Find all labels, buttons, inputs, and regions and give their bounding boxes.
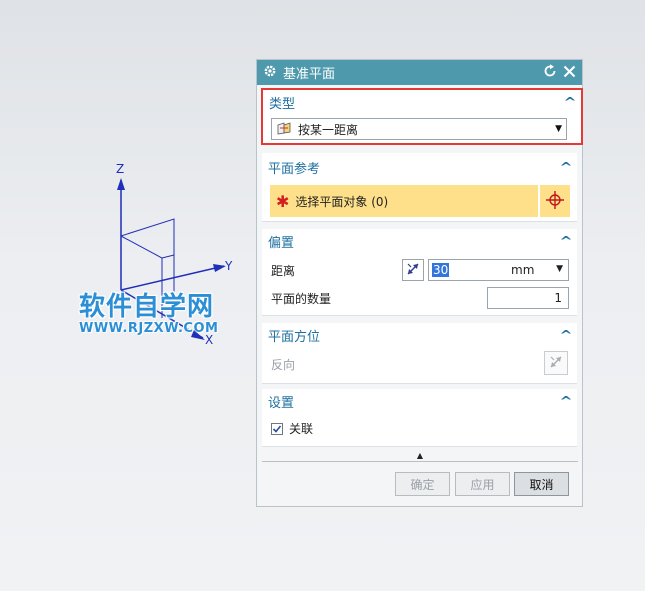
ok-button[interactable]: 确定 (395, 472, 450, 496)
z-axis-arrow (117, 178, 125, 190)
datum-plane-outline (120, 218, 175, 303)
section-plane-orientation: 平面方位 ^ (262, 323, 577, 384)
plane-count-label: 平面的数量 (271, 292, 332, 306)
section-settings-header[interactable]: 设置 ^ (262, 389, 577, 413)
dialog-titlebar[interactable]: 基准平面 (257, 60, 582, 85)
associative-label: 关联 (289, 422, 314, 436)
reverse-label: 反向 (271, 358, 296, 372)
associative-option[interactable]: 关联 (271, 420, 313, 437)
distance-label: 距离 (271, 264, 296, 278)
chevron-up-icon[interactable]: ^ (559, 394, 572, 408)
required-asterisk-icon: ✱ (276, 191, 290, 211)
dialog-title: 基准平面 (283, 67, 336, 82)
section-settings-title: 设置 (268, 395, 295, 411)
section-offset-header[interactable]: 偏置 ^ (262, 229, 577, 253)
section-plane-ref-title: 平面参考 (268, 161, 321, 177)
section-offset-title: 偏置 (268, 235, 295, 251)
dropdown-arrow-icon: ▼ (555, 124, 562, 134)
crosshair-icon (545, 190, 565, 213)
plane-distance-icon (276, 121, 292, 138)
select-plane-object[interactable]: ✱ 选择平面对象 (0) (270, 185, 538, 217)
reverse-direction-button[interactable] (402, 259, 424, 281)
section-orientation-header[interactable]: 平面方位 ^ (262, 323, 577, 347)
section-type-title: 类型 (269, 96, 296, 112)
reset-icon[interactable] (543, 64, 557, 81)
z-axis-label: Z (116, 162, 125, 176)
chevron-up-icon[interactable]: ^ (563, 95, 576, 109)
close-icon[interactable] (563, 65, 576, 81)
chevron-up-icon[interactable]: ^ (559, 160, 572, 174)
chevron-up-icon[interactable]: ^ (559, 328, 572, 342)
chevron-up-icon[interactable]: ^ (559, 234, 572, 248)
section-type: 类型 ^ 按某一距离 ▼ (261, 88, 583, 145)
dropdown-arrow-icon[interactable]: ▼ (556, 264, 563, 274)
type-dropdown[interactable]: 按某一距离 ▼ (271, 118, 567, 140)
cancel-button[interactable]: 取消 (514, 472, 569, 496)
select-plane-label: 选择平面对象 (0) (295, 194, 389, 209)
distance-input-group: 30 mm ▼ (428, 259, 569, 281)
flip-direction-icon (548, 354, 564, 373)
watermark: 软件自学网 WWW.RJZXW.COM (79, 293, 218, 336)
distance-unit[interactable]: mm (511, 263, 534, 277)
plane-count-input[interactable]: 1 (487, 287, 569, 309)
flip-direction-icon (405, 261, 421, 280)
distance-value-input[interactable]: 30 (432, 263, 450, 277)
point-selector-button[interactable] (540, 185, 570, 217)
section-type-header[interactable]: 类型 ^ (263, 90, 581, 114)
graphics-viewport[interactable]: Z Y X 软件自学网 WWW.RJZXW.COM (0, 0, 250, 591)
watermark-title: 软件自学网 (79, 292, 215, 322)
section-settings: 设置 ^ (262, 389, 577, 447)
gear-icon (263, 64, 277, 82)
datum-plane-outline-3 (161, 254, 175, 259)
section-plane-reference: 平面参考 ^ ✱ 选择平面对象 (0) (262, 153, 577, 222)
select-plane-row[interactable]: ✱ 选择平面对象 (0) (270, 185, 570, 217)
section-plane-ref-header[interactable]: 平面参考 ^ (262, 153, 577, 181)
apply-button[interactable]: 应用 (455, 472, 510, 496)
y-axis-label: Y (225, 259, 233, 273)
reverse-orientation-button[interactable] (544, 351, 568, 375)
triangle-up-icon: ▲ (416, 450, 424, 460)
type-selected-value: 按某一距离 (298, 122, 359, 137)
associative-checkbox[interactable] (271, 422, 283, 435)
show-more-toggle[interactable]: ▲ (262, 449, 578, 462)
y-axis-line (120, 265, 225, 291)
section-orientation-title: 平面方位 (268, 329, 321, 345)
checkmark-icon (272, 424, 282, 433)
watermark-url: WWW.RJZXW.COM (79, 321, 219, 336)
